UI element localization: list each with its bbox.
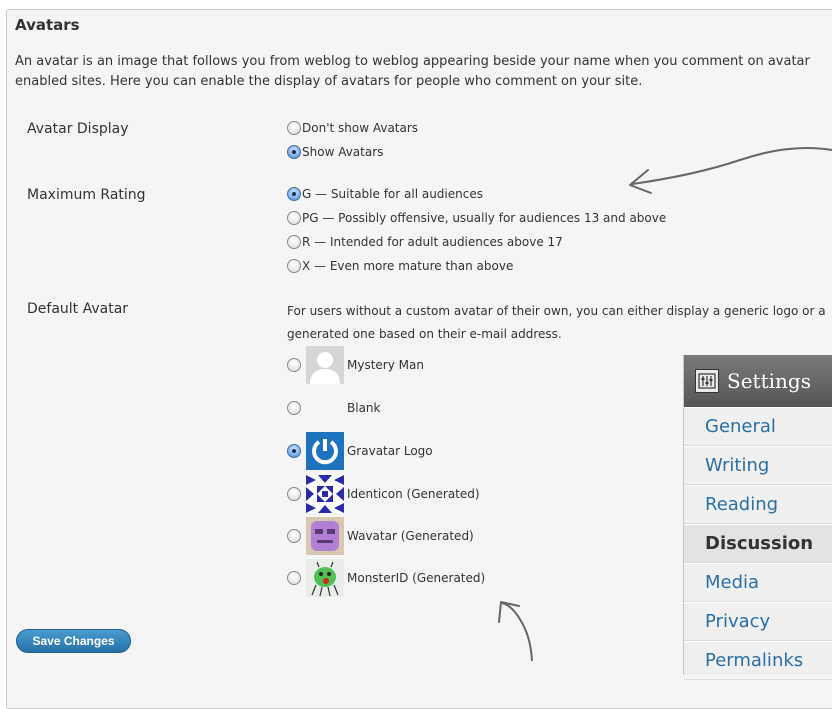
radio-avatar-wavatar[interactable]: Wavatar (Generated) (287, 516, 474, 556)
radio-rating-pg[interactable]: PG — Possibly offensive, usually for aud… (287, 208, 666, 228)
maximum-rating-label: Maximum Rating (27, 187, 146, 203)
settings-menu-header[interactable]: Settings (684, 355, 832, 407)
save-changes-button[interactable]: Save Changes (16, 629, 131, 653)
radio-label: G — Suitable for all audiences (302, 187, 483, 201)
radio-button[interactable] (287, 235, 301, 249)
radio-avatar-monsterid[interactable]: MonsterID (Generated) (287, 558, 485, 598)
identicon-icon (306, 475, 344, 513)
radio-rating-x[interactable]: X — Even more mature than above (287, 256, 513, 276)
section-description: An avatar is an image that follows you f… (15, 54, 810, 89)
radio-rating-r[interactable]: R — Intended for adult audiences above 1… (287, 232, 563, 252)
monsterid-icon (306, 559, 344, 597)
menu-item-general[interactable]: General (684, 407, 832, 446)
radio-label: R — Intended for adult audiences above 1… (302, 235, 563, 249)
radio-button[interactable] (287, 358, 301, 372)
radio-avatar-identicon[interactable]: Identicon (Generated) (287, 474, 480, 514)
radio-label: Wavatar (Generated) (347, 529, 474, 543)
menu-item-writing[interactable]: Writing (684, 446, 832, 485)
radio-label: X — Even more mature than above (302, 259, 514, 273)
gravatar-logo-icon (306, 432, 344, 470)
section-title: Avatars (15, 16, 80, 34)
radio-button[interactable] (287, 401, 301, 415)
radio-button-checked[interactable] (287, 187, 301, 201)
mystery-man-avatar-icon (306, 346, 344, 384)
radio-button-checked[interactable] (287, 444, 301, 458)
radio-button[interactable] (287, 571, 301, 585)
radio-label: Mystery Man (347, 358, 424, 372)
radio-label: Identicon (Generated) (347, 487, 480, 501)
avatar-display-label: Avatar Display (27, 121, 129, 137)
default-avatar-label: Default Avatar (27, 301, 129, 317)
radio-avatar-mystery-man[interactable]: Mystery Man (287, 345, 424, 385)
radio-button-checked[interactable] (287, 145, 301, 159)
radio-avatar-gravatar-logo[interactable]: Gravatar Logo (287, 431, 433, 471)
wavatar-icon (306, 517, 344, 555)
radio-button[interactable] (287, 211, 301, 225)
menu-item-reading[interactable]: Reading (684, 485, 832, 524)
radio-label: Gravatar Logo (347, 444, 433, 458)
radio-button[interactable] (287, 121, 301, 135)
radio-show-avatars[interactable]: Show Avatars (287, 142, 383, 162)
blank-avatar-icon (306, 389, 344, 427)
radio-avatar-blank[interactable]: Blank (287, 388, 380, 428)
radio-button[interactable] (287, 529, 301, 543)
radio-rating-g[interactable]: G — Suitable for all audiences (287, 184, 483, 204)
radio-dont-show-avatars[interactable]: Don't show Avatars (287, 118, 418, 138)
radio-label: Show Avatars (302, 145, 384, 159)
settings-icon (695, 369, 719, 393)
settings-menu-title: Settings (727, 369, 811, 393)
radio-label: Don't show Avatars (302, 121, 419, 135)
menu-item-privacy[interactable]: Privacy (684, 602, 832, 641)
radio-label: MonsterID (Generated) (347, 571, 486, 585)
default-avatar-description: For users without a custom avatar of the… (287, 304, 826, 341)
radio-button[interactable] (287, 259, 301, 273)
menu-item-media[interactable]: Media (684, 563, 832, 602)
radio-label: Blank (347, 401, 381, 415)
radio-button[interactable] (287, 487, 301, 501)
menu-item-discussion[interactable]: Discussion (684, 524, 832, 563)
radio-label: PG — Possibly offensive, usually for aud… (302, 211, 667, 225)
settings-menu: Settings General Writing Reading Discuss… (683, 355, 832, 680)
